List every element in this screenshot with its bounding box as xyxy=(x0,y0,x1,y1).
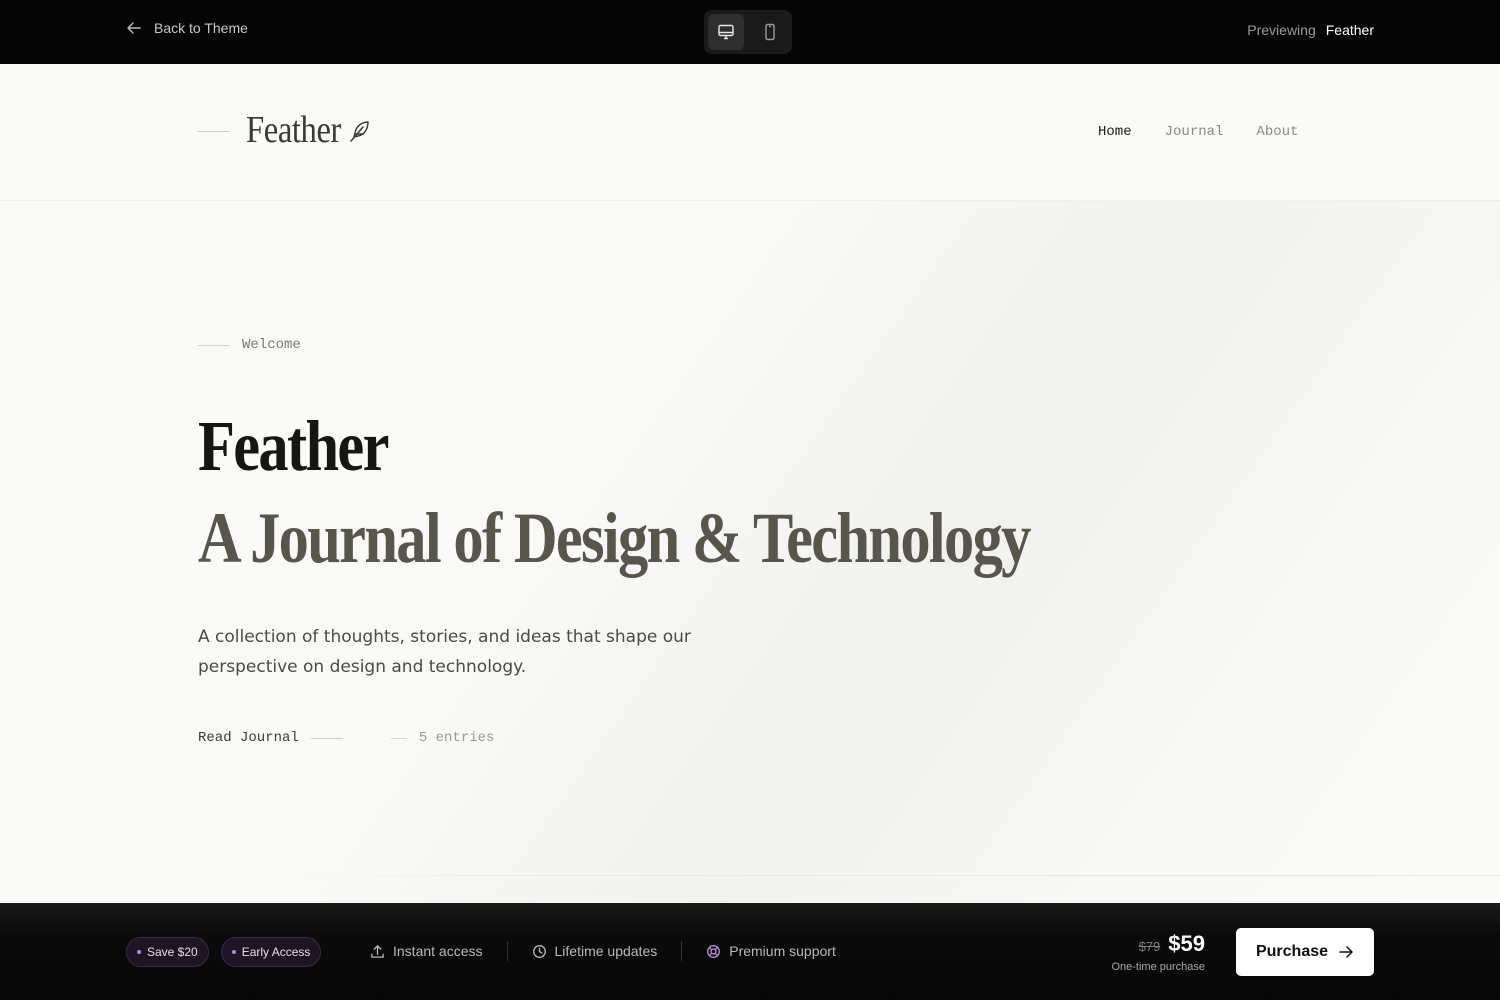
nav-item-home[interactable]: Home xyxy=(1098,124,1132,140)
purchase-button-label: Purchase xyxy=(1255,943,1329,960)
feature-divider xyxy=(506,941,508,961)
hero-description: A collection of thoughts, stories, and i… xyxy=(198,627,691,677)
arrow-right-icon xyxy=(1339,946,1353,958)
price-note: One-time purchase xyxy=(1111,961,1205,973)
feature-list: Instant access Lifetime updates Premium … xyxy=(370,941,836,961)
read-journal-link[interactable]: Read Journal xyxy=(198,730,299,746)
desktop-view-button[interactable] xyxy=(708,14,744,50)
badge-dot xyxy=(137,950,141,954)
cta-rule xyxy=(310,737,343,739)
feature-instant-access: Instant access xyxy=(370,943,483,959)
arrow-left-icon xyxy=(127,22,141,34)
feather-icon xyxy=(350,121,369,142)
site-header: Feather Home Journal About xyxy=(0,64,1500,201)
hero-subtitle: A Journal of Design & Technology xyxy=(198,498,1031,578)
price-row: $79 $59 xyxy=(1100,931,1205,957)
hero-cta-row: Read Journal 5 entries xyxy=(198,730,494,746)
clock-icon xyxy=(532,944,546,958)
hero-section: Welcome Feather A Journal of Design & Te… xyxy=(0,201,1500,903)
previewing-indicator: Previewing Feather xyxy=(1247,22,1374,38)
desktop-icon xyxy=(718,24,734,40)
feature-lifetime-updates: Lifetime updates xyxy=(532,943,658,959)
eyebrow-text: Welcome xyxy=(242,337,301,353)
previewing-theme-name: Feather xyxy=(1325,22,1374,38)
badge-group: Save $20 Early Access xyxy=(126,937,322,967)
main-nav: Home Journal About xyxy=(1098,124,1298,140)
preview-bar: Back to Theme Previewing Feather xyxy=(0,0,1500,64)
save-badge: Save $20 xyxy=(126,937,209,967)
previewing-label: Previewing xyxy=(1247,22,1316,38)
eyebrow-rule xyxy=(198,344,230,346)
site-logo[interactable]: Feather xyxy=(246,108,341,152)
device-toggle xyxy=(704,10,792,54)
save-badge-label: Save $20 xyxy=(147,945,198,959)
purchase-button[interactable]: Purchase xyxy=(1236,928,1374,976)
new-price: $59 xyxy=(1168,931,1205,956)
price-block: $79 $59 One-time purchase xyxy=(1100,931,1205,973)
back-to-theme-label: Back to Theme xyxy=(154,20,248,36)
nav-item-about[interactable]: About xyxy=(1256,124,1298,140)
mobile-icon xyxy=(765,23,775,41)
early-access-badge-label: Early Access xyxy=(241,945,311,959)
hero-divider xyxy=(300,875,1500,876)
upload-icon xyxy=(371,944,384,958)
feature-label: Lifetime updates xyxy=(554,943,658,959)
logo-rule xyxy=(198,131,230,132)
mobile-view-button[interactable] xyxy=(752,14,788,50)
hero-eyebrow: Welcome xyxy=(198,337,301,353)
feature-premium-support: Premium support xyxy=(706,943,836,959)
entries-rule xyxy=(390,737,407,739)
old-price: $79 xyxy=(1138,939,1161,954)
entries-count: 5 entries xyxy=(418,730,495,746)
nav-item-journal[interactable]: Journal xyxy=(1165,124,1224,140)
feature-divider xyxy=(681,941,683,961)
feature-label: Premium support xyxy=(729,943,836,959)
lifebuoy-icon xyxy=(707,944,721,958)
hero-title: Feather xyxy=(198,406,389,486)
badge-dot xyxy=(231,950,236,954)
purchase-bar: Save $20 Early Access Instant access Lif… xyxy=(0,903,1500,1000)
feature-label: Instant access xyxy=(393,943,483,959)
early-access-badge: Early Access xyxy=(220,937,322,967)
back-to-theme-link[interactable]: Back to Theme xyxy=(126,20,248,36)
